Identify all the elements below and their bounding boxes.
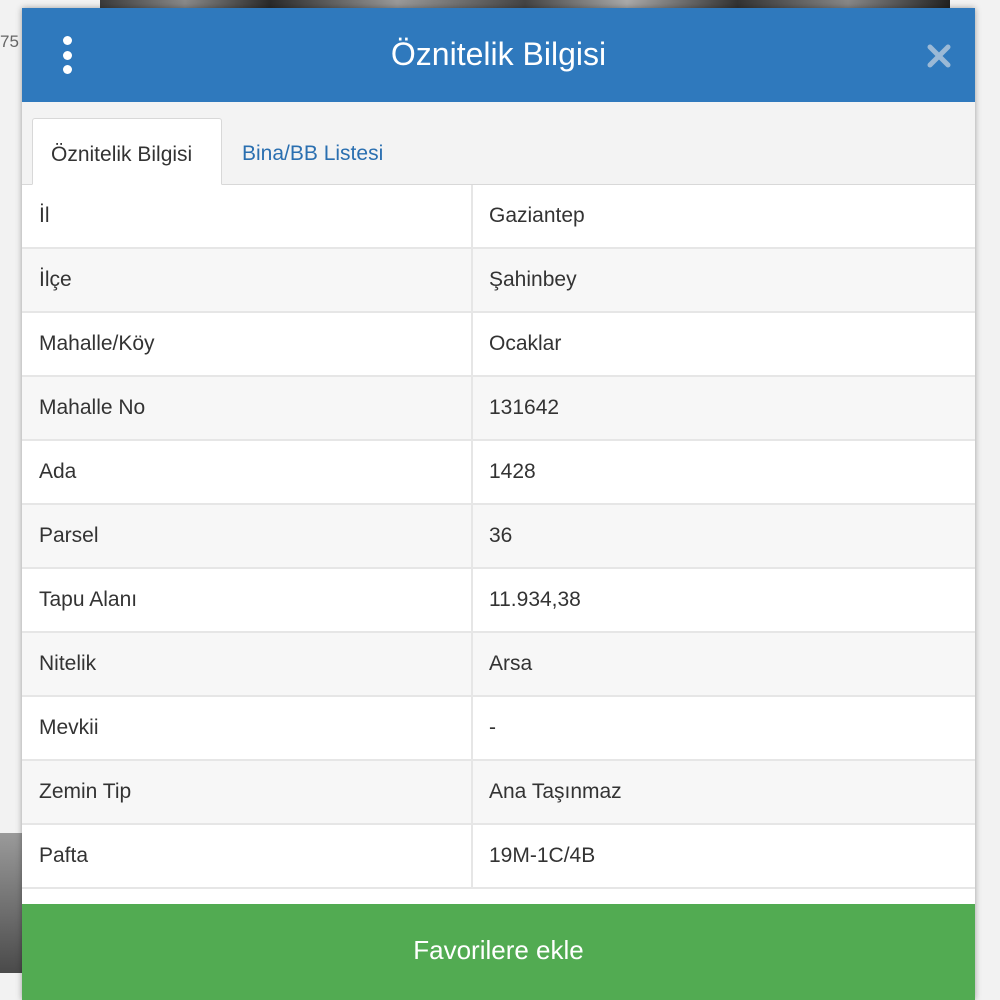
- attribute-value: Ocaklar: [489, 332, 562, 355]
- attribute-info-dialog: Öznitelik Bilgisi Öznitelik Bilgisi Bina…: [22, 8, 975, 1000]
- attribute-label: Mahalle/Köy: [22, 313, 473, 375]
- table-row: Nitelik Arsa: [22, 633, 975, 697]
- table-row: Mevkii -: [22, 697, 975, 761]
- attribute-label: Nitelik: [22, 633, 473, 695]
- table-row: Parsel 36: [22, 505, 975, 569]
- attribute-label: Mahalle No: [22, 377, 473, 439]
- table-row: Tapu Alanı 11.934,38: [22, 569, 975, 633]
- attribute-value: 11.934,38: [489, 588, 581, 611]
- table-row: Zemin Tip Ana Taşınmaz: [22, 761, 975, 825]
- table-row: Pafta 19M-1C/4B: [22, 825, 975, 889]
- close-icon[interactable]: [925, 42, 953, 70]
- dialog-header: Öznitelik Bilgisi: [22, 8, 975, 103]
- table-row: Ada 1428: [22, 441, 975, 505]
- dialog-title: Öznitelik Bilgisi: [390, 36, 607, 72]
- attribute-value: -: [489, 716, 496, 739]
- attribute-value: Şahinbey: [489, 268, 577, 291]
- attribute-value: 131642: [489, 396, 560, 419]
- attribute-value: 19M-1C/4B: [489, 844, 596, 867]
- table-row: İlçe Şahinbey: [22, 249, 975, 313]
- attribute-value: Ana Taşınmaz: [489, 780, 622, 803]
- attribute-value: Arsa: [489, 652, 533, 675]
- attribute-label: Ada: [22, 441, 473, 503]
- background-text: 75: [0, 32, 19, 51]
- attribute-label: Zemin Tip: [22, 761, 473, 823]
- add-to-favorites-button[interactable]: Favorilere ekle: [22, 904, 975, 1000]
- attribute-label: Mevkii: [22, 697, 473, 759]
- attribute-label: Pafta: [22, 825, 473, 887]
- table-row: Mahalle No 131642: [22, 377, 975, 441]
- attribute-label: Parsel: [22, 505, 473, 567]
- attribute-label: İlçe: [22, 249, 473, 311]
- tab-bar: Öznitelik Bilgisi Bina/BB Listesi: [22, 102, 975, 185]
- attribute-table: İl Gaziantep İlçe Şahinbey Mahalle/Köy O…: [22, 185, 975, 889]
- tab-building-list[interactable]: Bina/BB Listesi: [224, 118, 401, 184]
- attribute-value: 36: [489, 524, 513, 547]
- attribute-label: İl: [22, 185, 473, 247]
- attribute-label: Tapu Alanı: [22, 569, 473, 631]
- table-row: Mahalle/Köy Ocaklar: [22, 313, 975, 377]
- close-icon-glyph: [927, 44, 951, 68]
- attribute-value: 1428: [489, 460, 536, 483]
- attribute-value: Gaziantep: [489, 204, 585, 227]
- table-row: İl Gaziantep: [22, 185, 975, 249]
- tab-attribute-info[interactable]: Öznitelik Bilgisi: [32, 118, 222, 185]
